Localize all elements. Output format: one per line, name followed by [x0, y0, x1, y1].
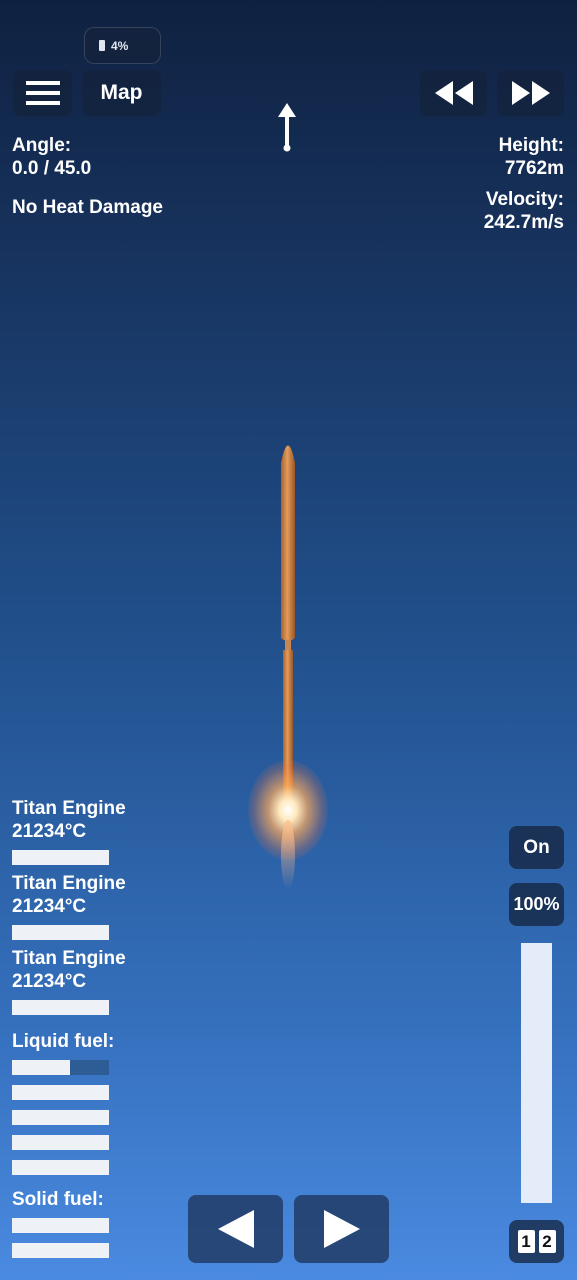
battery-percent: 4% — [111, 38, 129, 53]
liquid-fuel-bar — [12, 1110, 109, 1125]
map-button[interactable]: Map — [82, 70, 161, 116]
stage-1-badge: 1 — [517, 1230, 535, 1253]
angle-value: 0.0 / 45.0 — [12, 158, 92, 179]
liquid-fuel-bar — [12, 1160, 109, 1175]
heat-status: No Heat Damage — [12, 197, 163, 218]
liquid-fuel-bar — [12, 1060, 109, 1075]
rocket-body — [281, 445, 295, 800]
rotate-left-icon — [217, 1210, 254, 1248]
battery-icon — [99, 40, 105, 51]
velocity-value: 242.7m/s — [483, 212, 564, 233]
engine-temp: 21234°C — [12, 971, 87, 992]
throttle-percent-display: 100% — [509, 883, 564, 926]
fast-forward-button[interactable] — [497, 70, 564, 116]
engine-temp: 21234°C — [12, 821, 87, 842]
engine-name: Titan Engine — [12, 873, 126, 894]
liquid-fuel-bar — [12, 1085, 109, 1100]
engine-name: Titan Engine — [12, 798, 126, 819]
engine-name: Titan Engine — [12, 948, 126, 969]
engine-temp-bar — [12, 1000, 109, 1015]
map-button-label: Map — [100, 81, 143, 104]
menu-button[interactable] — [13, 70, 72, 116]
battery-indicator: 4% — [84, 27, 161, 64]
rotate-right-icon — [323, 1210, 360, 1248]
engine-temp-bar — [12, 925, 109, 940]
throttle-fill — [521, 943, 552, 1203]
engine-temp-bar — [12, 850, 109, 865]
rewind-icon — [434, 81, 473, 105]
angle-label: Angle: — [12, 135, 72, 156]
direction-arrow-icon — [278, 103, 296, 152]
engine-toggle-button[interactable]: On — [509, 826, 564, 869]
rotate-left-button[interactable] — [188, 1195, 283, 1263]
liquid-fuel-label: Liquid fuel: — [12, 1031, 115, 1052]
throttle-percent-label: 100% — [513, 894, 560, 914]
solid-fuel-bar — [12, 1243, 109, 1258]
stage-2-badge: 2 — [538, 1230, 556, 1253]
solid-fuel-label: Solid fuel: — [12, 1189, 104, 1210]
engine-temp: 21234°C — [12, 896, 87, 917]
fast-forward-icon — [511, 81, 550, 105]
liquid-fuel-bar — [12, 1135, 109, 1150]
solid-fuel-bar — [12, 1218, 109, 1233]
hamburger-menu-icon — [25, 81, 60, 105]
engine-toggle-label: On — [523, 836, 550, 858]
height-label: Height: — [498, 135, 564, 156]
rotate-right-button[interactable] — [294, 1195, 389, 1263]
height-value: 7762m — [504, 158, 564, 179]
engine-exhaust — [281, 820, 295, 890]
throttle-slider[interactable] — [521, 943, 552, 1203]
stage-selector[interactable]: 1 2 — [509, 1220, 564, 1263]
rewind-button[interactable] — [420, 70, 487, 116]
velocity-label: Velocity: — [485, 189, 564, 210]
